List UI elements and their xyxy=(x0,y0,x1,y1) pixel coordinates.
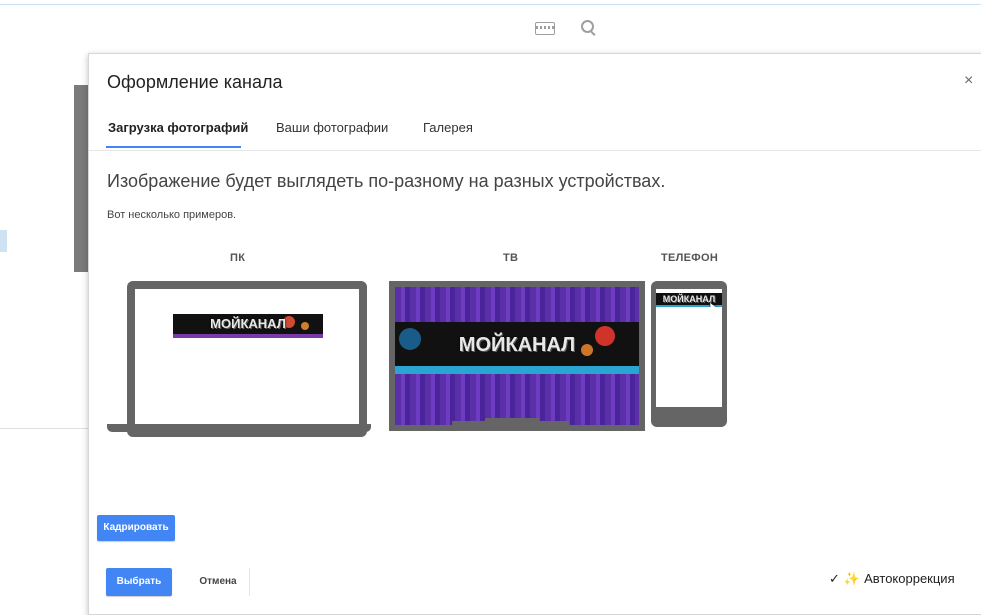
phone-screen: МОЙКАНАЛ xyxy=(656,289,722,407)
banner-preview-tv: МОЙКАНАЛ xyxy=(395,322,639,374)
autocorrect-toggle[interactable]: ✓ ✨ Автокоррекция xyxy=(829,571,955,587)
phone-label: ТЕЛЕФОН xyxy=(661,252,719,264)
tv-label: ТВ xyxy=(503,252,519,264)
check-icon: ✓ xyxy=(829,571,840,586)
active-tab-indicator xyxy=(106,146,241,148)
magic-wand-icon: ✨ xyxy=(843,571,861,586)
select-button[interactable]: Выбрать xyxy=(106,568,172,596)
top-divider xyxy=(0,4,981,5)
banner-text-pc: МОЙКАНАЛ xyxy=(210,316,286,331)
banner-preview-phone: МОЙКАНАЛ xyxy=(656,293,722,307)
preview-subheading: Вот несколько примеров. xyxy=(107,209,237,221)
pc-label: ПК xyxy=(230,252,246,264)
dialog-title: Оформление канала xyxy=(107,72,283,92)
close-icon[interactable]: × xyxy=(964,72,973,90)
crop-button[interactable]: Кадрировать xyxy=(97,515,175,541)
preview-heading: Изображение будет выглядеть по-разному н… xyxy=(107,171,666,191)
background-divider xyxy=(0,428,88,429)
tab-gallery[interactable]: Галерея xyxy=(423,120,473,135)
laptop-base xyxy=(107,424,371,432)
keyboard-icon[interactable] xyxy=(535,22,555,35)
search-icon[interactable] xyxy=(581,20,594,33)
tv-stand xyxy=(452,421,569,428)
background-panel-edge xyxy=(74,85,88,272)
cancel-button[interactable]: Отмена xyxy=(187,568,250,596)
banner-preview-pc: МОЙКАНАЛ xyxy=(173,314,323,338)
tab-upload-photos[interactable]: Загрузка фотографий xyxy=(108,120,248,135)
background-selection-mark xyxy=(0,230,7,252)
tab-your-photos[interactable]: Ваши фотографии xyxy=(276,120,388,135)
phone-preview: МОЙКАНАЛ xyxy=(651,281,727,427)
tv-preview: МОЙКАНАЛ xyxy=(389,281,645,431)
laptop-preview: МОЙКАНАЛ xyxy=(127,281,367,437)
banner-text-tv: МОЙКАНАЛ xyxy=(458,334,576,356)
autocorrect-label: Автокоррекция xyxy=(864,571,955,586)
channel-art-dialog: Оформление канала × Загрузка фотографий … xyxy=(88,53,981,615)
